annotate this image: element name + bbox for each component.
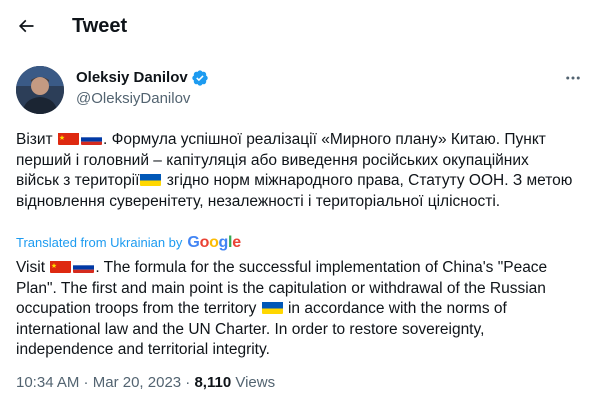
translated-label[interactable]: Translated from Ukrainian by [16,235,182,251]
views-label: Views [231,374,276,391]
verified-badge-icon [191,69,209,87]
russia-flag-icon [73,260,95,273]
google-logo: Google [187,234,241,251]
tweet-date[interactable]: Mar 20, 2023 [93,374,181,391]
tweet-time[interactable]: 10:34 AM [16,374,79,391]
ukraine-flag-icon [261,301,283,314]
author-handle[interactable]: @OleksiyDanilov [76,89,190,109]
tweet-meta: 10:34 AM · Mar 20, 2023 · 8,110 Views [16,373,275,393]
tweet-text-original: Візит . Формула успішної реалізації «Мир… [16,130,576,212]
arrow-left-icon [18,19,34,33]
meta-separator: · [79,374,93,391]
tweet-text-en-part-1: Visit [16,259,50,276]
views-count: 8,110 [194,374,232,391]
more-options-button[interactable] [562,69,584,87]
page-title: Tweet [72,15,128,37]
tweet-text-translated: Visit . The formula for the successful i… [16,258,576,361]
author-name-row[interactable]: Oleksiy Danilov [76,68,209,88]
avatar[interactable] [16,66,64,114]
ukraine-flag-icon [140,173,162,186]
author-name[interactable]: Oleksiy Danilov [76,68,188,88]
translation-attribution[interactable]: Translated from Ukrainian by Google [16,235,241,251]
russia-flag-icon [80,132,102,145]
more-horizontal-icon [566,76,580,80]
back-button[interactable] [8,8,44,44]
meta-separator-2: · [181,374,195,391]
tweet-text-uk-part-1: Візит [16,131,57,148]
top-bar: Tweet [0,0,597,53]
china-flag-icon [57,132,79,145]
china-flag-icon [50,260,72,273]
